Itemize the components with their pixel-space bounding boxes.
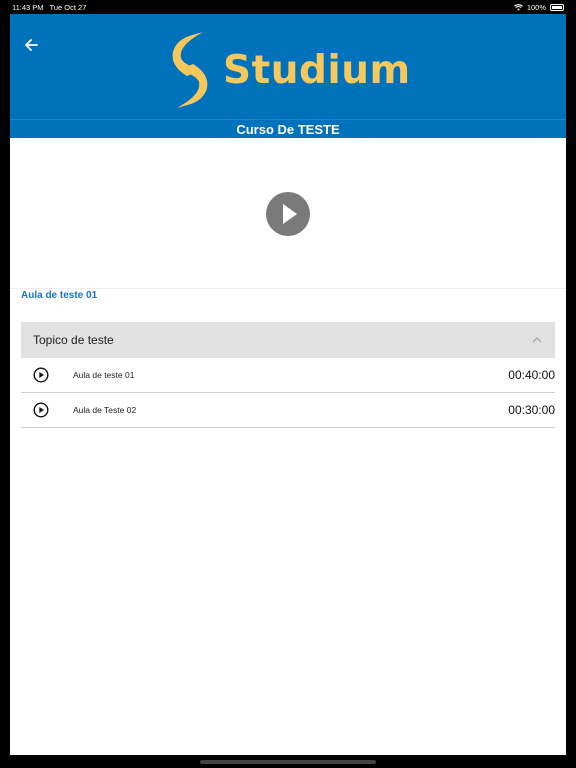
lesson-row[interactable]: Aula de teste 01 00:40:00 bbox=[21, 358, 555, 393]
play-circle-icon bbox=[33, 402, 49, 418]
current-lesson-title: Aula de teste 01 bbox=[21, 290, 98, 301]
header: Studium bbox=[10, 14, 566, 119]
course-title-bar: Curso De TESTE bbox=[10, 119, 566, 138]
back-arrow-icon[interactable] bbox=[22, 36, 40, 54]
lesson-title: Aula de teste 01 bbox=[73, 370, 135, 380]
status-bar: 11:43 PM Tue Oct 27 100% bbox=[0, 0, 576, 14]
studium-logo: Studium bbox=[165, 30, 411, 110]
status-right: 100% bbox=[513, 2, 564, 12]
play-video-button[interactable] bbox=[266, 192, 310, 236]
chevron-up-icon bbox=[532, 337, 542, 343]
studium-logo-icon bbox=[172, 32, 208, 108]
video-player[interactable] bbox=[10, 138, 566, 289]
battery-icon bbox=[550, 3, 564, 11]
wifi-icon bbox=[513, 3, 523, 11]
lesson-duration: 00:30:00 bbox=[508, 403, 555, 417]
topic-header[interactable]: Topico de teste bbox=[21, 322, 555, 358]
app-window: Studium Curso De TESTE Aula de teste 01 … bbox=[10, 14, 566, 755]
topic-title: Topico de teste bbox=[33, 333, 114, 347]
status-date: Tue Oct 27 bbox=[49, 2, 87, 12]
play-circle-icon bbox=[33, 367, 49, 383]
course-title: Curso De TESTE bbox=[236, 121, 340, 137]
lesson-title: Aula de Teste 02 bbox=[73, 405, 137, 415]
status-time: 11:43 PM bbox=[12, 2, 44, 12]
lesson-row[interactable]: Aula de Teste 02 00:30:00 bbox=[21, 393, 555, 428]
home-indicator bbox=[200, 760, 376, 764]
logo-text: Studium bbox=[223, 47, 411, 93]
lesson-duration: 00:40:00 bbox=[508, 368, 555, 382]
battery-percent: 100% bbox=[526, 2, 546, 12]
